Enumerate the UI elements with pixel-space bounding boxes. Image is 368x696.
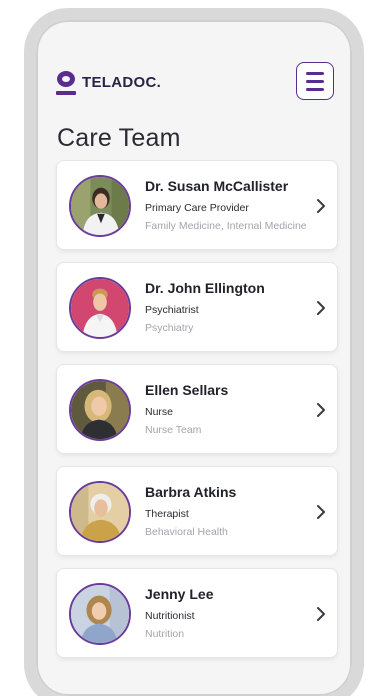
chevron-right-icon — [317, 199, 325, 213]
avatar — [69, 481, 131, 543]
page-title: Care Team — [57, 124, 181, 152]
provider-role: Psychiatrist — [145, 304, 199, 316]
provider-specialty: Psychiatry — [145, 322, 194, 334]
care-team-card[interactable]: Barbra Atkins Therapist Behavioral Healt… — [56, 466, 338, 556]
chevron-right-icon — [317, 505, 325, 519]
provider-photo-icon — [71, 177, 129, 235]
provider-specialty: Nurse Team — [145, 424, 202, 436]
avatar — [69, 175, 131, 237]
provider-name: Dr. John Ellington — [145, 280, 265, 296]
provider-name: Dr. Susan McCallister — [145, 178, 289, 194]
teladoc-logo-mark-icon — [56, 69, 76, 95]
logo-wordmark: TELADOC. — [82, 73, 162, 91]
provider-specialty: Family Medicine, Internal Medicine — [145, 220, 307, 232]
provider-photo-icon — [71, 483, 129, 541]
provider-role: Nurse — [145, 406, 174, 418]
provider-role: Therapist — [145, 508, 189, 520]
care-team-list: Dr. Susan McCallister Primary Care Provi… — [56, 160, 338, 658]
chevron-right-icon — [317, 403, 325, 417]
provider-name: Ellen Sellars — [145, 382, 229, 398]
care-team-card[interactable]: Ellen Sellars Nurse Nurse Team — [56, 364, 338, 454]
provider-photo-icon — [71, 279, 129, 337]
app-header: TELADOC. — [56, 60, 334, 102]
hamburger-menu-icon — [306, 71, 324, 75]
care-team-card[interactable]: Jenny Lee Nutritionist Nutrition — [56, 568, 338, 658]
avatar — [69, 379, 131, 441]
menu-button[interactable] — [296, 62, 334, 100]
avatar — [69, 277, 131, 339]
provider-specialty: Nutrition — [145, 628, 185, 640]
provider-role: Primary Care Provider — [145, 202, 249, 214]
chevron-right-icon — [317, 607, 325, 621]
care-team-card[interactable]: Dr. Susan McCallister Primary Care Provi… — [56, 160, 338, 250]
provider-role: Nutritionist — [145, 610, 195, 622]
provider-name: Barbra Atkins — [145, 484, 237, 500]
provider-name: Jenny Lee — [145, 586, 214, 602]
teladoc-logo[interactable]: TELADOC. — [56, 69, 161, 95]
phone-frame: TELADOC. Care Team Dr. Susan McCallister… — [24, 8, 364, 696]
provider-photo-icon — [71, 381, 129, 439]
care-team-card[interactable]: Dr. John Ellington Psychiatrist Psychiat… — [56, 262, 338, 352]
provider-specialty: Behavioral Health — [145, 526, 228, 538]
provider-photo-icon — [71, 585, 129, 643]
avatar — [69, 583, 131, 645]
chevron-right-icon — [317, 301, 325, 315]
